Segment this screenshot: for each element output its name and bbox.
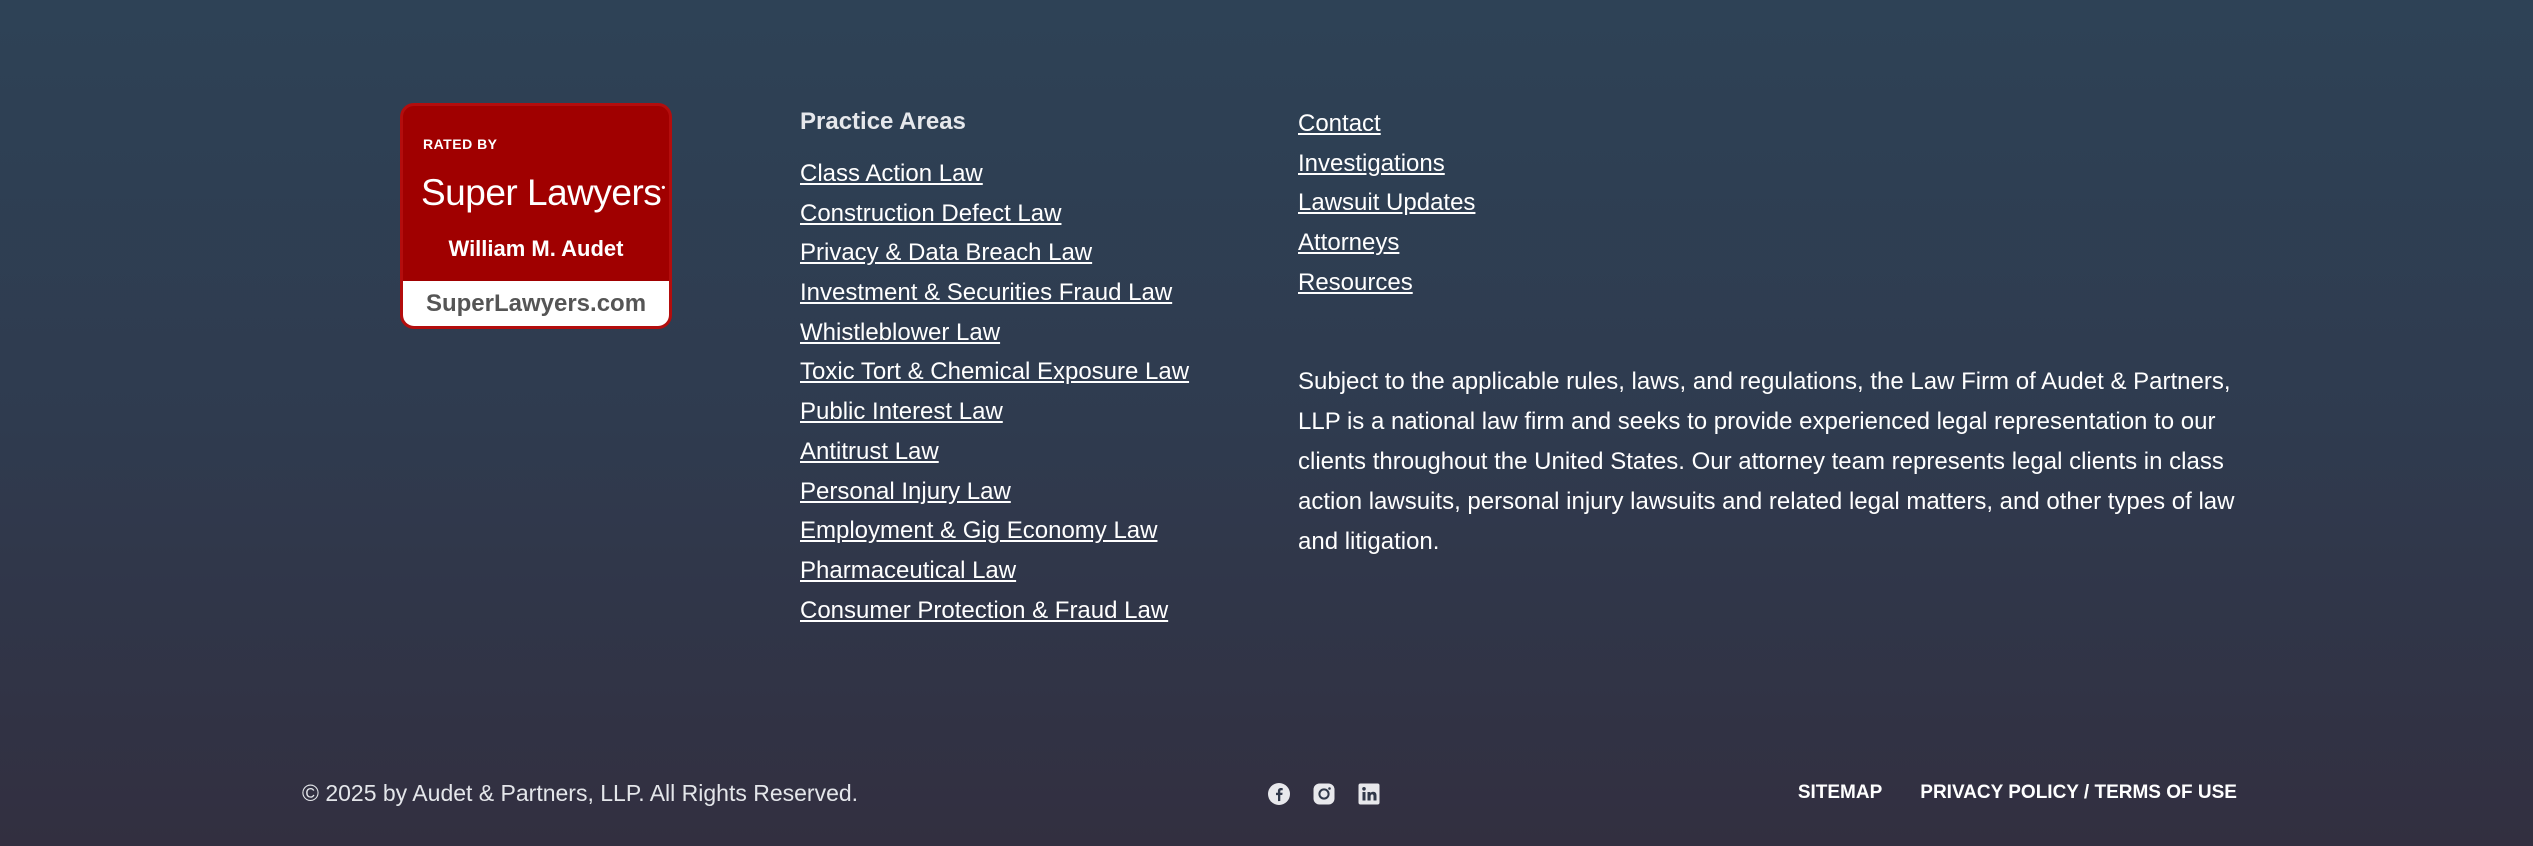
lawsuit-updates-link[interactable]: Lawsuit Updates	[1298, 189, 1475, 216]
badge-brand: Super Lawyers•	[421, 172, 665, 213]
copyright-text: © 2025 by Audet & Partners, LLP. All Rig…	[302, 780, 859, 806]
practice-link-employment-gig[interactable]: Employment & Gig Economy Law	[800, 517, 1157, 544]
practice-link-toxic-tort[interactable]: Toxic Tort & Chemical Exposure Law	[800, 358, 1189, 385]
sitemap-link[interactable]: SITEMAP	[1798, 782, 1882, 804]
quick-links-column: Contact Investigations Lawsuit Updates A…	[1298, 104, 1475, 302]
legal-disclaimer: Subject to the applicable rules, laws, a…	[1298, 368, 2235, 555]
practice-link-antitrust[interactable]: Antitrust Law	[800, 438, 939, 465]
badge-lawyer-name: William M. Audet	[448, 236, 624, 261]
facebook-icon[interactable]	[1267, 782, 1291, 806]
super-lawyers-badge[interactable]: RATED BY Super Lawyers• William M. Audet…	[400, 103, 672, 329]
practice-link-pharmaceutical[interactable]: Pharmaceutical Law	[800, 557, 1016, 584]
practice-link-personal-injury[interactable]: Personal Injury Law	[800, 478, 1011, 505]
privacy-terms-link[interactable]: PRIVACY POLICY / TERMS OF USE	[1920, 782, 2237, 804]
instagram-icon[interactable]	[1312, 782, 1336, 806]
practice-link-privacy-data-breach[interactable]: Privacy & Data Breach Law	[800, 239, 1092, 266]
practice-link-whistleblower[interactable]: Whistleblower Law	[800, 319, 1000, 346]
practice-link-class-action[interactable]: Class Action Law	[800, 160, 983, 187]
resources-link[interactable]: Resources	[1298, 269, 1413, 296]
investigations-link[interactable]: Investigations	[1298, 150, 1445, 177]
practice-link-investment-securities[interactable]: Investment & Securities Fraud Law	[800, 279, 1172, 306]
practice-areas-column: Practice Areas Class Action Law Construc…	[800, 108, 1189, 630]
badge-site: SuperLawyers.com	[403, 281, 669, 326]
practice-link-consumer-protection[interactable]: Consumer Protection & Fraud Law	[800, 597, 1168, 624]
badge-rated-by: RATED BY	[423, 136, 498, 152]
practice-link-construction-defect[interactable]: Construction Defect Law	[800, 200, 1061, 227]
contact-link[interactable]: Contact	[1298, 110, 1381, 137]
footer-links: SITEMAP PRIVACY POLICY / TERMS OF USE	[1798, 782, 2237, 804]
social-links	[1267, 782, 1381, 806]
practice-areas-list: Class Action Law Construction Defect Law…	[800, 154, 1189, 630]
linkedin-icon[interactable]	[1357, 782, 1381, 806]
quick-links-list: Contact Investigations Lawsuit Updates A…	[1298, 104, 1475, 302]
practice-areas-heading: Practice Areas	[800, 108, 966, 135]
practice-link-public-interest[interactable]: Public Interest Law	[800, 398, 1003, 425]
attorneys-link[interactable]: Attorneys	[1298, 229, 1399, 256]
